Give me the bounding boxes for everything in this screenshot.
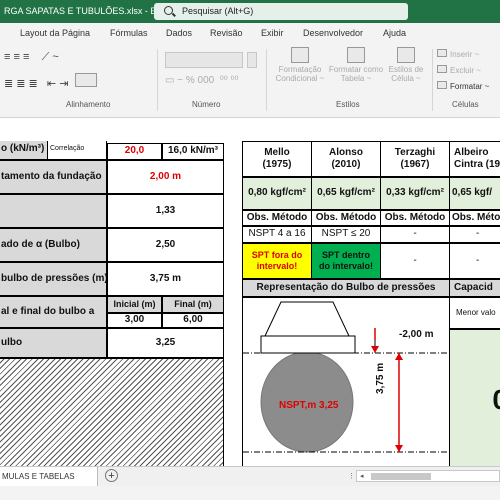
number-format-arrow-icon[interactable] — [247, 52, 257, 68]
delete-icon — [437, 65, 447, 73]
menu-revisao[interactable]: Revisão — [210, 28, 243, 38]
capacity-value[interactable]: 0 — [449, 329, 500, 466]
cell-styles-button[interactable]: Estilos de Célula ~ — [386, 47, 426, 83]
label-inicial-final[interactable]: al e final do bulbo a — [0, 296, 107, 328]
menu-dados[interactable]: Dados — [166, 28, 192, 38]
method-range-mello[interactable]: NSPT 4 a 16 — [242, 226, 312, 243]
ribbon-divider — [266, 49, 267, 111]
method-header-terzaghi[interactable]: Terzaghi (1967) — [380, 141, 450, 177]
method-status-alonso[interactable]: SPT dentro do intervalo! — [311, 243, 381, 279]
ribbon: ≡ ≡ ≡ ⟋ ~ ≣ ≣ ≣ ⇤ ⇥ Alinhamento ▭ ~ % 00… — [0, 43, 500, 118]
value-3-75[interactable]: 3,75 m — [107, 262, 224, 296]
insert-button[interactable]: Inserir ~ — [437, 49, 479, 59]
tab-scroll-dots-icon[interactable]: ⋮ — [348, 472, 355, 480]
bulb-title[interactable]: Representação do Bulbo de pressões — [242, 279, 450, 297]
method-header-alonso[interactable]: Alonso (2010) — [311, 141, 381, 177]
nspt-label: NSPT,m 3,25 — [279, 400, 339, 411]
cond-format-button[interactable]: Formatação Condicional ~ — [275, 47, 325, 83]
header-inicial[interactable]: Inicial (m) — [107, 296, 162, 313]
worksheet-grid[interactable]: o (kN/m³) Correlação 20,0 16,0 kN/m³ tam… — [0, 141, 500, 466]
search-placeholder: Pesquisar (Alt+G) — [182, 6, 254, 16]
ribbon-divider — [432, 49, 433, 111]
value-3-25[interactable]: 3,25 — [107, 328, 224, 358]
method-value-albeiro[interactable]: 0,65 kgf/ — [449, 177, 500, 210]
value-2-50[interactable]: 2,50 — [107, 228, 224, 262]
bulb-length-label: 3,75 m — [375, 362, 386, 394]
status-bar — [0, 486, 500, 500]
hatched-area — [0, 358, 224, 466]
alignment-label: Alinhamento — [66, 100, 111, 109]
method-obs-terzaghi[interactable]: Obs. Método — [380, 210, 450, 226]
method-obs-mello[interactable]: Obs. Método — [242, 210, 312, 226]
bulb-diagram: -2,00 m 3,75 m NSPT,m 3,25 — [242, 297, 450, 466]
horizontal-scrollbar[interactable]: ◂ — [356, 470, 500, 482]
label-assentamento[interactable]: tamento da fundação — [0, 160, 107, 194]
value-20[interactable]: 20,0 — [107, 143, 162, 160]
menu-desenvolvedor[interactable]: Desenvolvedor — [303, 28, 363, 38]
format-icon — [437, 81, 447, 89]
bulb-svg — [243, 301, 449, 453]
method-range-alonso[interactable]: NSPT ≤ 20 — [311, 226, 381, 243]
sheet-tab-active[interactable]: MULAS E TABELAS — [0, 467, 98, 486]
menu-formulas[interactable]: Fórmulas — [110, 28, 148, 38]
depth-label: -2,00 m — [399, 329, 434, 340]
insert-icon — [437, 49, 447, 57]
sheet-tab-label: MULAS E TABELAS — [2, 472, 75, 481]
value-assentamento[interactable]: 2,00 m — [107, 160, 224, 194]
number-label: Número — [192, 100, 221, 109]
cells-label: Células — [452, 100, 479, 109]
value-1-33[interactable]: 1,33 — [107, 194, 224, 228]
method-status-albeiro[interactable]: - — [449, 243, 500, 279]
label-peso-especifico[interactable]: o (kN/m³) — [0, 141, 48, 160]
value-16-unit[interactable]: 16,0 kN/m³ — [162, 143, 224, 160]
alignment-bottom-icons[interactable]: ≣ ≣ ≣ ⇤ ⇥ — [4, 73, 97, 90]
footing-shape — [264, 301, 350, 337]
alignment-top-icons[interactable]: ≡ ≡ ≡ ⟋ ~ — [4, 51, 59, 64]
ribbon-divider — [157, 49, 158, 111]
format-table-button[interactable]: Formatar como Tabela ~ — [327, 47, 385, 83]
correlacao-dropdown[interactable]: Correlação — [47, 141, 107, 160]
sheet-tab-bar: MULAS E TABELAS + ⋮ ◂ — [0, 466, 500, 486]
label-alpha-bulbo[interactable]: ado de α (Bulbo) — [0, 228, 107, 262]
method-obs-alonso[interactable]: Obs. Método — [311, 210, 381, 226]
cond-format-icon — [291, 47, 309, 63]
format-button[interactable]: Formatar ~ — [437, 81, 489, 91]
menu-bar: Layout da Página Fórmulas Dados Revisão … — [0, 23, 500, 43]
method-value-mello[interactable]: 0,80 kgf/cm² — [242, 177, 312, 210]
scroll-left-icon[interactable]: ◂ — [360, 472, 364, 480]
delete-button[interactable]: Excluir ~ — [437, 65, 481, 75]
method-header-albeiro[interactable]: Albeiro Cintra (19 — [449, 141, 500, 177]
label-bulbo-pressoes[interactable]: bulbo de pressões (m) — [0, 262, 107, 296]
search-box[interactable]: Pesquisar (Alt+G) — [154, 3, 408, 20]
value-final[interactable]: 6,00 — [162, 313, 224, 328]
method-obs-albeiro[interactable]: Obs. Méto — [449, 210, 500, 226]
method-status-terzaghi[interactable]: - — [380, 243, 450, 279]
search-icon — [164, 6, 173, 15]
method-header-mello[interactable]: Mello (1975) — [242, 141, 312, 177]
format-table-icon — [347, 47, 365, 63]
menu-exibir[interactable]: Exibir — [261, 28, 284, 38]
method-status-mello[interactable]: SPT fora do intervalo! — [242, 243, 312, 279]
label-nspt-bulbo[interactable]: ulbo — [0, 328, 107, 358]
method-value-alonso[interactable]: 0,65 kgf/cm² — [311, 177, 381, 210]
value-inicial[interactable]: 3,00 — [107, 313, 162, 328]
number-buttons-icons[interactable]: ▭ ~ % 000 ⁰⁰ ⁰⁰ — [165, 75, 239, 86]
method-value-terzaghi[interactable]: 0,33 kgf/cm² — [380, 177, 450, 210]
scrollbar-thumb[interactable] — [371, 473, 431, 480]
capacity-title[interactable]: Capacid — [449, 279, 500, 297]
capacity-dropdown[interactable]: Menor valo — [449, 297, 500, 329]
menu-layout[interactable]: Layout da Página — [20, 28, 90, 38]
method-range-albeiro[interactable]: - — [449, 226, 500, 243]
menu-ajuda[interactable]: Ajuda — [383, 28, 406, 38]
label-empty-gray[interactable] — [0, 194, 107, 228]
add-sheet-icon[interactable]: + — [105, 469, 118, 482]
cell-styles-icon — [397, 47, 415, 63]
styles-label: Estilos — [336, 100, 360, 109]
merge-icon[interactable] — [74, 73, 97, 87]
window-title: RGA SAPATAS E TUBULÕES.xlsx - Excel — [4, 6, 173, 16]
header-final[interactable]: Final (m) — [162, 296, 224, 313]
method-range-terzaghi[interactable]: - — [380, 226, 450, 243]
number-format-dropdown[interactable] — [165, 52, 243, 68]
title-bar: RGA SAPATAS E TUBULÕES.xlsx - Excel Pesq… — [0, 0, 500, 23]
